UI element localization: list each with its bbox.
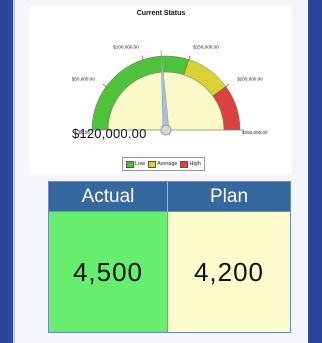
plan-value: 4,200 [168, 212, 290, 332]
chart-legend: Low Average High [122, 157, 205, 171]
gauge-tick-label: $150,000.00 [193, 44, 219, 49]
legend-label-average: Average [157, 161, 178, 167]
gauge-svg: $0.00$50,000.00$100,000.00 $150,000.00$20… [72, 44, 268, 136]
gauge-tick-label: $250,000.00 [242, 130, 268, 135]
gauge-tick [188, 55, 191, 60]
gauge-tick-label: $50,000.00 [72, 76, 95, 81]
legend-item-low: Low [126, 160, 146, 168]
gauge-tick [102, 83, 107, 87]
legend-swatch-low [126, 160, 134, 168]
actual-header: Actual [49, 182, 168, 212]
gauge-hub [160, 124, 172, 136]
legend-label-low: Low [135, 161, 146, 167]
legend-item-average: Average [148, 160, 178, 168]
gauge-chart: Current Status $0.00 $50,000.00 $100,000.0… [30, 6, 292, 174]
gauge-tick [225, 83, 230, 87]
gauge-tick [141, 55, 144, 60]
actual-plan-table: Actual Plan 4,500 4,200 [48, 181, 291, 333]
gauge-tick-label: $100,000.00 [113, 44, 139, 49]
legend-swatch-high [180, 160, 189, 168]
actual-value: 4,500 [49, 212, 168, 332]
legend-item-high: High [180, 160, 201, 168]
gauge-tick-label: $200,000.00 [237, 76, 263, 81]
legend-swatch-average [148, 160, 157, 168]
plan-header: Plan [168, 182, 290, 212]
legend-label-high: High [189, 161, 201, 167]
gauge-value-label: $120,000.00 [72, 126, 147, 141]
